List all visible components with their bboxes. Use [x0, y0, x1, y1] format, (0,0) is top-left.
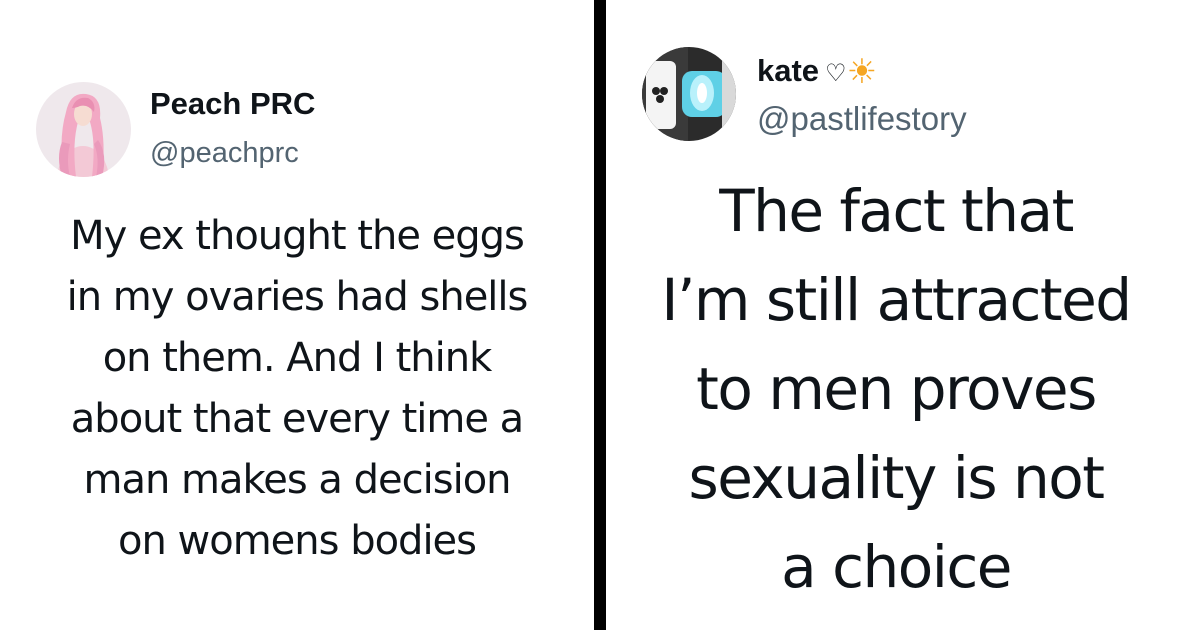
tweet-text: The fact that I’m still attracted to men… [661, 177, 1132, 601]
user-handle[interactable]: @pastlifestory [757, 100, 967, 138]
user-handle[interactable]: @peachprc [150, 137, 299, 170]
panel-divider [594, 0, 606, 630]
profile-photo-icon [642, 47, 736, 141]
tweet-card-right: kate ♡☀ @pastlifestory The fact that I’m … [606, 0, 1200, 630]
display-name-text: kate [757, 53, 820, 88]
profile-photo-icon [36, 82, 131, 177]
heart-icon: ♡ [825, 60, 847, 87]
display-name[interactable]: Peach PRC [150, 86, 315, 122]
tweet-text: My ex thought the eggs in my ovaries had… [66, 213, 529, 564]
sun-icon: ☀ [846, 53, 878, 91]
display-name[interactable]: kate ♡☀ [757, 52, 877, 92]
avatar[interactable] [36, 82, 131, 177]
avatar[interactable] [642, 47, 736, 141]
tweet-card-left: Peach PRC @peachprc My ex thought the eg… [0, 0, 594, 630]
